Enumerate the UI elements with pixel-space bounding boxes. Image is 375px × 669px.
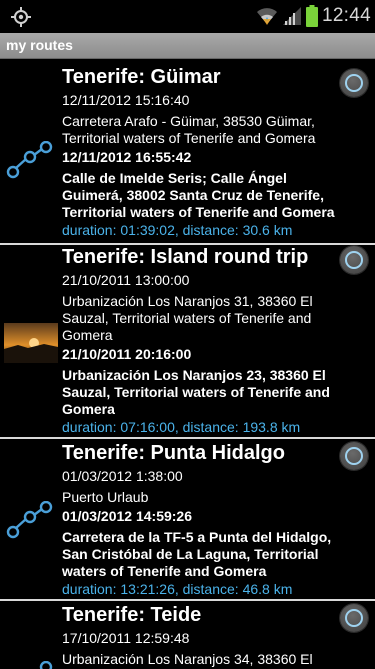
route-select-radio[interactable] (340, 246, 368, 274)
route-icon (6, 501, 53, 539)
app-bar: my routes (0, 33, 375, 59)
route-end-address: Calle de Imelde Seris; Calle Ángel Guime… (62, 170, 335, 220)
status-time: 12:44 (321, 5, 371, 26)
routes-list[interactable]: Tenerife: Güimar 12/11/2012 15:16:40 Car… (0, 59, 375, 669)
route-select-radio[interactable] (340, 604, 368, 632)
route-stats: duration: 07:16:00, distance: 193.8 km (62, 419, 301, 435)
route-icon (39, 661, 53, 669)
battery-icon (305, 5, 318, 27)
route-start-address: Carretera Arafo - Güimar, 38530 Güimar, … (62, 113, 316, 146)
route-start-time: 21/10/2011 13:00:00 (62, 272, 190, 288)
route-title: Tenerife: Güimar (62, 66, 221, 88)
route-select-radio[interactable] (340, 442, 368, 470)
status-bar: 12:44 (0, 0, 375, 33)
route-end-time: 12/11/2012 16:55:42 (62, 149, 192, 165)
route-end-time: 01/03/2012 14:59:26 (62, 508, 192, 524)
route-stats: duration: 13:21:26, distance: 46.8 km (62, 581, 293, 597)
route-select-radio[interactable] (340, 69, 368, 97)
page-title: my routes (6, 37, 73, 53)
route-start-time: 12/11/2012 15:16:40 (62, 92, 190, 108)
route-start-address: Urbanización Los Naranjos 34, 38360 El (62, 651, 313, 667)
route-end-address: Carretera de la TF-5 a Punta del Hidalgo… (62, 529, 332, 579)
route-title: Tenerife: Teide (62, 604, 202, 626)
list-item[interactable]: Tenerife: Punta Hidalgo 01/03/2012 1:38:… (0, 439, 375, 599)
route-icon (6, 141, 53, 179)
route-stats: duration: 01:39:02, distance: 30.6 km (62, 222, 293, 238)
signal-icon (282, 7, 301, 25)
route-end-address: Urbanización Los Naranjos 23, 38360 El S… (62, 367, 330, 417)
route-start-address: Puerto Urlaub (62, 489, 149, 505)
sunset-photo (4, 323, 58, 363)
wifi-icon (256, 8, 277, 25)
route-end-time: 21/10/2011 20:16:00 (62, 346, 192, 362)
route-start-address: Urbanización Los Naranjos 31, 38360 El S… (62, 293, 313, 343)
route-title: Tenerife: Island round trip (62, 246, 309, 268)
route-start-time: 01/03/2012 1:38:00 (62, 468, 183, 484)
list-item[interactable]: Tenerife: Island round trip 21/10/2011 1… (0, 245, 375, 437)
list-item[interactable]: Tenerife: Teide 17/10/2011 12:59:48 Urba… (0, 601, 375, 669)
gps-icon (11, 7, 31, 27)
route-start-time: 17/10/2011 12:59:48 (62, 630, 190, 646)
route-title: Tenerife: Punta Hidalgo (62, 442, 285, 464)
list-item[interactable]: Tenerife: Güimar 12/11/2012 15:16:40 Car… (0, 59, 375, 243)
